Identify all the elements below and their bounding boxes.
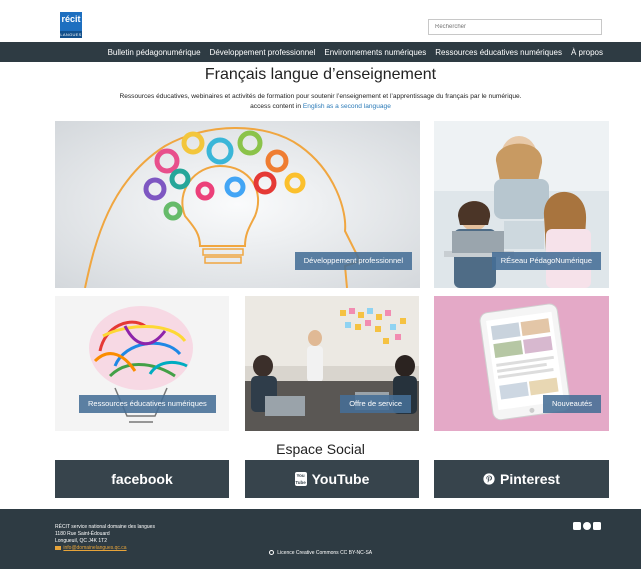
facebook-icon[interactable]	[573, 522, 581, 530]
tile-label-reseau[interactable]: RÉseau PédagoNumérique	[491, 252, 601, 270]
nav-item-developpement[interactable]: Développement professionnel	[210, 48, 316, 57]
recit-logo[interactable]: récit LANGUES	[60, 12, 82, 38]
youtube-icon: You Tube	[294, 472, 307, 486]
tile-label-developpement[interactable]: Développement professionnel	[294, 252, 412, 270]
logo-text: récit	[61, 14, 81, 24]
license-text[interactable]: Licence Creative Commons CC BY-NC-SA	[277, 550, 372, 556]
tile-label-nouveautes[interactable]: Nouveautés	[542, 395, 601, 413]
tile-ressources-educatives[interactable]: Ressources éducatives numériques	[55, 296, 229, 431]
pinterest-button[interactable]: Pinterest	[434, 460, 609, 498]
youtube-label: YouTube	[311, 471, 370, 487]
facebook-button[interactable]: facebook	[55, 460, 229, 498]
logo-subtext: LANGUES	[60, 31, 82, 38]
facebook-label: facebook	[111, 471, 173, 487]
youtube-button[interactable]: You Tube YouTube	[245, 460, 419, 498]
nav-item-environnements[interactable]: Environnements numériques	[324, 48, 426, 57]
pinterest-icon[interactable]	[583, 522, 591, 530]
footer-social-icons	[573, 522, 601, 530]
tile-reseau-pedagonumerique[interactable]: RÉseau PédagoNumérique	[434, 121, 609, 288]
access-prefix: access content in	[250, 103, 302, 110]
main-nav: Bulletin pédagonumérique Développement p…	[0, 42, 641, 62]
site-footer: RÉCIT service national domaine des langu…	[0, 509, 641, 569]
access-line: access content in English as a second la…	[0, 103, 641, 110]
tile-label-offre[interactable]: Offre de service	[340, 395, 411, 413]
pinterest-label: Pinterest	[500, 471, 560, 487]
pinterest-icon	[483, 473, 495, 485]
tile-offre-de-service[interactable]: Offre de service	[245, 296, 419, 431]
english-link[interactable]: English as a second language	[303, 103, 391, 110]
page-title: Français langue d’enseignement	[204, 66, 437, 83]
footer-city: Longueuil, QC J4K 1T2	[55, 538, 107, 544]
search-input[interactable]	[428, 19, 602, 35]
tile-developpement-professionnel[interactable]: Développement professionnel	[55, 121, 420, 288]
footer-license: Licence Creative Commons CC BY-NC-SA	[0, 550, 641, 556]
site-header: récit LANGUES	[0, 0, 641, 42]
nav-item-a-propos[interactable]: À propos	[571, 48, 603, 57]
footer-org: RÉCIT service national domaine des langu…	[55, 524, 155, 530]
footer-street: 1180 Rue Saint-Édouard	[55, 531, 110, 537]
nav-item-ressources[interactable]: Ressources éducatives numériques	[435, 48, 562, 57]
tile-label-ressources[interactable]: Ressources éducatives numériques	[79, 395, 216, 413]
page-subtitle: Ressources éducatives, webinaires et act…	[119, 93, 522, 100]
youtube-icon[interactable]	[593, 522, 601, 530]
social-section-title: Espace Social	[276, 441, 365, 457]
creative-commons-icon	[268, 550, 274, 556]
tile-nouveautes[interactable]: Nouveautés	[434, 296, 609, 431]
nav-item-bulletin[interactable]: Bulletin pédagonumérique	[108, 48, 201, 57]
